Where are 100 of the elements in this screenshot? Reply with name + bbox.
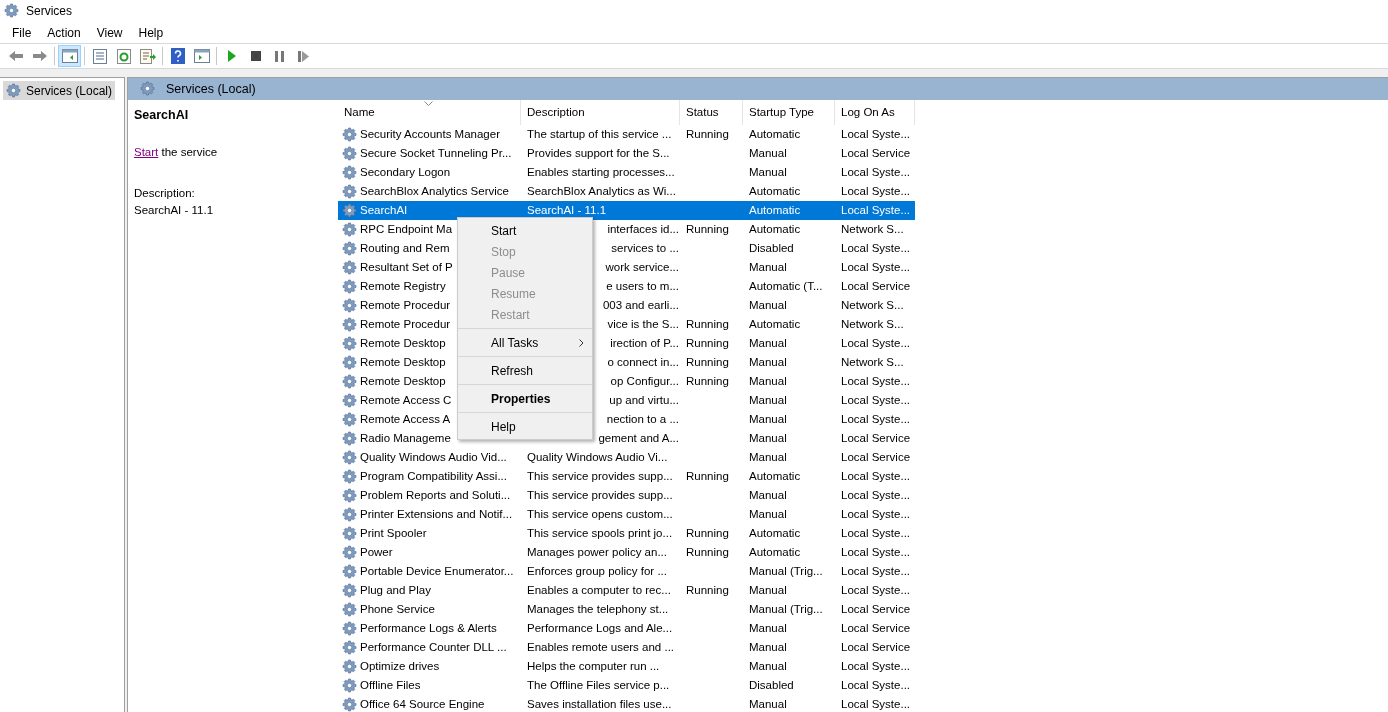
log-on-as-cell: Local Syste...: [841, 564, 911, 577]
service-name-cell[interactable]: Problem Reports and Soluti...: [360, 486, 511, 505]
service-name-cell[interactable]: SearchAI: [360, 201, 408, 220]
start-link[interactable]: Start: [134, 145, 159, 158]
column-header[interactable]: Startup Type: [743, 100, 835, 125]
description-cell-text: up and virtu...: [609, 392, 679, 408]
show-tree-button[interactable]: [58, 45, 81, 67]
service-name-cell[interactable]: Program Compatibility Assi...: [360, 467, 507, 486]
service-gear-icon: [342, 164, 358, 181]
menu-item[interactable]: View: [88, 23, 131, 42]
service-name-cell[interactable]: Remote Procedur: [360, 315, 451, 334]
log-on-as-cell: Network S...: [841, 355, 904, 368]
description-text: SearchAI - 11.1: [134, 203, 215, 219]
service-name-cell[interactable]: Remote Access C: [360, 391, 452, 410]
service-name-cell[interactable]: Performance Logs & Alerts: [360, 619, 497, 638]
startup-type-cell: Automatic (T...: [749, 279, 823, 292]
startup-type-cell: Automatic: [749, 526, 801, 539]
log-on-as-cell: Local Service: [841, 431, 911, 444]
service-name-cell[interactable]: Remote Desktop: [360, 353, 446, 372]
help-icon: [170, 48, 185, 64]
service-name-cell[interactable]: Quality Windows Audio Vid...: [360, 448, 507, 467]
service-name-cell[interactable]: Printer Extensions and Notif...: [360, 505, 513, 524]
status-cell: Running: [686, 317, 729, 330]
service-gear-icon: [342, 392, 358, 409]
log-on-as-cell: Local Service: [841, 640, 911, 653]
startup-type-cell: Manual: [749, 488, 787, 501]
service-gear-icon: [342, 601, 358, 618]
column-header[interactable]: Description: [521, 100, 680, 125]
column-header[interactable]: Status: [680, 100, 743, 125]
startup-type-cell: Manual: [749, 165, 787, 178]
service-name-cell[interactable]: RPC Endpoint Ma: [360, 220, 453, 239]
service-name-cell[interactable]: Resultant Set of P: [360, 258, 453, 277]
tree-item[interactable]: Services (Local): [3, 81, 116, 100]
service-name-cell[interactable]: Routing and Rem: [360, 239, 450, 258]
service-name-cell[interactable]: Remote Access A: [360, 410, 451, 429]
panel-title: Services (Local): [166, 80, 256, 98]
service-gear-icon: [342, 259, 358, 276]
column-header[interactable]: Name: [338, 100, 521, 125]
log-on-as-cell: Local Service: [841, 621, 911, 634]
service-name-cell[interactable]: Remote Desktop: [360, 334, 446, 353]
menu-item[interactable]: File: [4, 23, 40, 42]
startup-type-cell: Manual: [749, 640, 787, 653]
description-cell-text: gement and A...: [598, 430, 679, 446]
context-menu-item[interactable]: Properties: [458, 384, 592, 409]
startup-type-cell: Manual: [749, 260, 787, 273]
log-on-as-cell: Local Service: [841, 602, 911, 615]
service-name-cell[interactable]: Secondary Logon: [360, 163, 451, 182]
log-on-as-cell: Local Syste...: [841, 583, 911, 596]
service-name-cell[interactable]: Portable Device Enumerator...: [360, 562, 514, 581]
service-gear-icon: [342, 316, 358, 333]
service-name-cell[interactable]: Security Accounts Manager: [360, 125, 500, 144]
startup-type-cell: Manual: [749, 393, 787, 406]
context-menu-item[interactable]: Refresh: [458, 356, 592, 381]
service-name-cell[interactable]: Offline Files: [360, 676, 421, 695]
description-label: Description:: [134, 186, 196, 201]
description-cell-text: Manages the telephony st...: [527, 601, 669, 617]
column-header[interactable]: Log On As: [835, 100, 915, 125]
service-name-cell[interactable]: Performance Counter DLL ...: [360, 638, 507, 657]
service-name-cell[interactable]: Optimize drives: [360, 657, 440, 676]
menu-item[interactable]: Action: [39, 23, 89, 42]
service-name-cell[interactable]: Remote Desktop: [360, 372, 446, 391]
log-on-as-cell: Local Syste...: [841, 507, 911, 520]
pause-icon: [275, 50, 284, 62]
service-name-cell[interactable]: Plug and Play: [360, 581, 431, 600]
startup-type-cell: Manual: [749, 659, 787, 672]
service-name-cell[interactable]: Office 64 Source Engine: [360, 695, 485, 712]
startup-type-cell: Manual: [749, 355, 787, 368]
context-menu-item[interactable]: Help: [458, 412, 592, 437]
service-name-cell[interactable]: SearchBlox Analytics Service: [360, 182, 509, 201]
startup-type-cell: Manual (Trig...: [749, 602, 823, 615]
service-name-cell[interactable]: Secure Socket Tunneling Pr...: [360, 144, 512, 163]
service-gear-icon: [342, 278, 358, 295]
service-name-cell[interactable]: Radio Manageme: [360, 429, 451, 448]
description-cell-text: op Configur...: [610, 373, 679, 389]
description-cell-text: irection of P...: [610, 335, 679, 351]
log-on-as-cell: Local Syste...: [841, 184, 911, 197]
status-cell: Running: [686, 222, 729, 235]
service-name-cell[interactable]: Remote Registry: [360, 277, 446, 296]
service-name-cell[interactable]: Print Spooler: [360, 524, 427, 543]
service-name-cell[interactable]: Power: [360, 543, 393, 562]
log-on-as-cell: Local Syste...: [841, 241, 911, 254]
log-on-as-cell: Local Syste...: [841, 678, 911, 691]
app-gear-icon: [4, 3, 20, 19]
service-gear-icon: [342, 145, 358, 162]
startup-type-cell: Manual: [749, 146, 787, 159]
log-on-as-cell: Local Syste...: [841, 469, 911, 482]
service-name-cell[interactable]: Phone Service: [360, 600, 435, 619]
selected-row-highlight[interactable]: SearchAI SearchAI - 11.1 Automatic Local Syste...: [338, 201, 915, 220]
log-on-as-cell: Local Syste...: [841, 165, 911, 178]
play-icon: [226, 50, 237, 62]
menu-item[interactable]: Help: [130, 23, 172, 42]
description-cell-text: Saves installation files use...: [527, 696, 672, 712]
description-cell-text: Enables starting processes...: [527, 164, 675, 180]
context-menu-item[interactable]: All Tasks: [458, 328, 592, 353]
service-name-cell[interactable]: Remote Procedur: [360, 296, 451, 315]
startup-type-cell: Manual: [749, 450, 787, 463]
service-gear-icon: [342, 639, 358, 656]
service-gear-icon: [342, 620, 358, 637]
startup-type-cell: Manual: [749, 298, 787, 311]
context-menu-item[interactable]: Start: [458, 220, 592, 241]
